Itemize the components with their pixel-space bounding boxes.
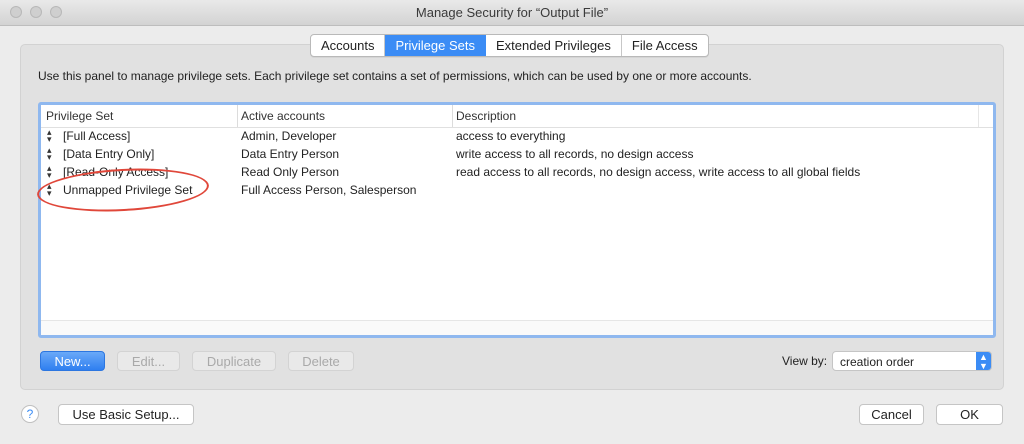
- privilege-set-description: read access to all records, no design ac…: [456, 165, 861, 179]
- column-header-description[interactable]: Description: [456, 109, 516, 123]
- use-basic-setup-button[interactable]: Use Basic Setup...: [58, 404, 194, 425]
- chevron-updown-icon: ▲ ▼: [976, 352, 991, 371]
- column-divider[interactable]: [452, 105, 453, 127]
- table-row[interactable]: ▴ ▾ [Data Entry Only] Data Entry Person w…: [41, 145, 993, 163]
- column-header-active-accounts[interactable]: Active accounts: [241, 109, 325, 123]
- view-by-value: creation order: [840, 355, 915, 369]
- updown-arrows-icon[interactable]: ▴ ▾: [47, 146, 52, 162]
- help-icon[interactable]: ?: [21, 405, 39, 423]
- delete-button[interactable]: Delete: [288, 351, 354, 371]
- column-header-privilege-set[interactable]: Privilege Set: [46, 109, 113, 123]
- tab-bar: Accounts Privilege Sets Extended Privile…: [310, 34, 709, 57]
- updown-arrows-icon[interactable]: ▴ ▾: [47, 164, 52, 180]
- privilege-set-name: [Full Access]: [63, 129, 131, 143]
- table-row[interactable]: ▴ ▾ [Full Access] Admin, Developer access…: [41, 127, 993, 145]
- privilege-set-description: access to everything: [456, 129, 566, 143]
- active-accounts: Admin, Developer: [241, 129, 337, 143]
- privilege-set-name: [Data Entry Only]: [63, 147, 155, 161]
- view-by-label: View by:: [782, 354, 828, 368]
- manage-security-dialog: Manage Security for “Output File” Accoun…: [0, 0, 1024, 444]
- view-by-select[interactable]: creation order ▲ ▼: [832, 351, 992, 371]
- new-button[interactable]: New...: [40, 351, 105, 371]
- window-title: Manage Security for “Output File”: [415, 5, 609, 20]
- tab-accounts[interactable]: Accounts: [311, 35, 386, 56]
- active-accounts: Full Access Person, Salesperson: [241, 183, 417, 197]
- panel-description: Use this panel to manage privilege sets.…: [38, 69, 752, 83]
- updown-arrows-icon[interactable]: ▴ ▾: [47, 128, 52, 144]
- title-bar: Manage Security for “Output File”: [0, 0, 1024, 26]
- tab-privilege-sets[interactable]: Privilege Sets: [385, 35, 486, 56]
- header-corner: [978, 105, 993, 127]
- active-accounts: Data Entry Person: [241, 147, 340, 161]
- table-header: Privilege Set Active accounts Descriptio…: [41, 105, 993, 128]
- duplicate-button[interactable]: Duplicate: [192, 351, 276, 371]
- privilege-set-description: write access to all records, no design a…: [456, 147, 694, 161]
- cancel-button[interactable]: Cancel: [859, 404, 924, 425]
- horizontal-scrollbar[interactable]: [41, 320, 993, 335]
- edit-button[interactable]: Edit...: [117, 351, 180, 371]
- column-divider[interactable]: [237, 105, 238, 127]
- tab-extended-privileges[interactable]: Extended Privileges: [486, 35, 622, 56]
- active-accounts: Read Only Person: [241, 165, 340, 179]
- ok-button[interactable]: OK: [936, 404, 1003, 425]
- privilege-sets-table[interactable]: Privilege Set Active accounts Descriptio…: [38, 102, 996, 338]
- tab-file-access[interactable]: File Access: [622, 35, 708, 56]
